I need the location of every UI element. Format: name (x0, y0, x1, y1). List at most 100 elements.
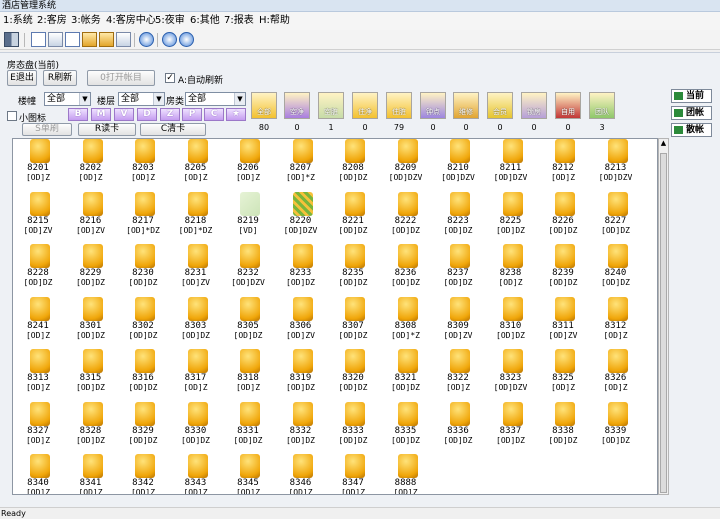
room-tile[interactable]: 8888 [OD]Z (383, 452, 429, 494)
room-tile[interactable]: 8307 [OD]DZ (330, 295, 376, 347)
room-tile[interactable]: 8217 [OD]*DZ (120, 190, 166, 242)
room-tile[interactable]: 8308 [OD]*Z (383, 295, 429, 347)
room-tile[interactable]: 8216 [OD]ZV (68, 190, 114, 242)
room-tile[interactable]: 8227 [OD]DZ (593, 190, 639, 242)
guest-icon[interactable] (116, 32, 131, 47)
room-tile[interactable]: 8306 [OD]ZV (278, 295, 324, 347)
room-tile[interactable]: 8226 [OD]DZ (540, 190, 586, 242)
status-filter-button[interactable]: 团队 (589, 92, 615, 119)
menu-help[interactable]: H:帮助 (259, 14, 290, 28)
filter-star-button[interactable]: ★ (226, 108, 246, 121)
room-tile[interactable]: 8338 [OD]DZ (540, 400, 586, 452)
room-tile[interactable]: 8313 [OD]Z (15, 347, 61, 399)
small-icon-checkbox[interactable] (7, 111, 17, 121)
room-tile[interactable]: 8241 [OD]Z (15, 295, 61, 347)
room-tile[interactable]: 8321 [OD]DZ (383, 347, 429, 399)
exit-button[interactable]: E退出 (7, 70, 37, 86)
room-tile[interactable]: 8236 [OD]DZ (383, 242, 429, 294)
status-filter-button[interactable]: 会员 (487, 92, 513, 119)
room-tile[interactable]: 8346 [OD]Z (278, 452, 324, 494)
room-tile[interactable]: 8233 [OD]DZ (278, 242, 324, 294)
room-tile[interactable]: 8303 [OD]DZ (173, 295, 219, 347)
room-tile[interactable]: 8223 [OD]DZ (435, 190, 481, 242)
room-tile[interactable]: 8240 [OD]DZ (593, 242, 639, 294)
room-tile[interactable]: 8315 [OD]DZ (68, 347, 114, 399)
search-icon[interactable] (162, 32, 177, 47)
room-tile[interactable]: 8339 [OD]DZ (593, 400, 639, 452)
exit-icon[interactable] (4, 32, 19, 47)
edit-icon[interactable] (31, 32, 46, 47)
status-filter-button[interactable]: 锁房 (521, 92, 547, 119)
status-filter-button[interactable]: 住净 (352, 92, 378, 119)
room-tile[interactable]: 8235 [OD]DZ (330, 242, 376, 294)
room-tile[interactable]: 8347 [OD]Z (330, 452, 376, 494)
room-tile[interactable]: 8333 [OD]DZ (330, 400, 376, 452)
room-tile[interactable]: 8305 [OD]DZ (225, 295, 271, 347)
current-button[interactable]: 当前 (671, 89, 712, 103)
menu-system[interactable]: 1:系统 (3, 14, 33, 28)
room-tile[interactable]: 8330 [OD]DZ (173, 400, 219, 452)
room-tile[interactable]: 8211 [OD]DZV (488, 139, 534, 189)
refresh-button[interactable]: R刷新 (43, 70, 77, 86)
room-tile[interactable]: 8325 [OD]Z (540, 347, 586, 399)
room-tile[interactable]: 8207 [OD]*Z (278, 139, 324, 189)
room-tile[interactable]: 8232 [OD]DZV (225, 242, 271, 294)
refresh-icon[interactable] (139, 32, 154, 47)
status-filter-button[interactable]: 住脏 (386, 92, 412, 119)
status-filter-button[interactable]: 自用 (555, 92, 581, 119)
room-tile[interactable]: 8229 [OD]DZ (68, 242, 114, 294)
book-icon[interactable] (99, 32, 114, 47)
status-filter-button[interactable]: 全部 (251, 92, 277, 119)
room-tile[interactable]: 8310 [OD]DZ (488, 295, 534, 347)
help-icon[interactable] (179, 32, 194, 47)
room-tile[interactable]: 8326 [OD]Z (593, 347, 639, 399)
room-tile[interactable]: 8225 [OD]DZ (488, 190, 534, 242)
filter-v-button[interactable]: V (114, 108, 134, 121)
room-tile[interactable]: 8212 [OD]Z (540, 139, 586, 189)
room-tile[interactable]: 8343 [OD]Z (173, 452, 219, 494)
room-tile[interactable]: 8215 [OD]ZV (15, 190, 61, 242)
room-tile[interactable]: 8208 [OD]DZ (330, 139, 376, 189)
menu-room-center[interactable]: 4:客房中心 (106, 14, 156, 28)
walkin-account-button[interactable]: 散帐 (671, 123, 712, 137)
filter-b-button[interactable]: B (68, 108, 88, 121)
room-tile[interactable]: 8312 [OD]Z (593, 295, 639, 347)
room-tile[interactable]: 8206 [OD]Z (225, 139, 271, 189)
room-tile[interactable]: 8218 [OD]*DZ (173, 190, 219, 242)
room-tile[interactable]: 8202 [OD]Z (68, 139, 114, 189)
room-tile[interactable]: 8329 [OD]DZ (120, 400, 166, 452)
building-select[interactable]: 全部 ▼ (44, 92, 91, 106)
read-card-button[interactable]: R读卡 (78, 123, 136, 136)
room-tile[interactable]: 8335 [OD]DZ (383, 400, 429, 452)
status-filter-button[interactable]: 钟点 (420, 92, 446, 119)
room-tile[interactable]: 8331 [OD]DZ (225, 400, 271, 452)
room-tile[interactable]: 8209 [OD]DZV (383, 139, 429, 189)
menu-reports[interactable]: 7:报表 (224, 14, 254, 28)
book-icon[interactable] (82, 32, 97, 47)
menu-night-audit[interactable]: 5:夜审 (155, 14, 185, 28)
room-tile[interactable]: 8327 [OD]Z (15, 400, 61, 452)
room-tile[interactable]: 8345 [OD]Z (225, 452, 271, 494)
room-tile[interactable]: 8230 [OD]DZ (120, 242, 166, 294)
room-tile[interactable]: 8311 [OD]ZV (540, 295, 586, 347)
status-filter-button[interactable]: 空脏 (318, 92, 344, 119)
room-tile[interactable]: 8201 [OD]Z (15, 139, 61, 189)
room-tile[interactable]: 8319 [OD]DZ (278, 347, 324, 399)
filter-m-button[interactable]: M (91, 108, 111, 121)
filter-c-button[interactable]: C (204, 108, 224, 121)
filter-z-button[interactable]: Z (160, 108, 180, 121)
room-tile[interactable]: 8342 [OD]Z (120, 452, 166, 494)
room-tile[interactable]: 8203 [OD]Z (120, 139, 166, 189)
room-tile[interactable]: 8337 [OD]DZ (488, 400, 534, 452)
room-tile[interactable]: 8320 [OD]DZ (330, 347, 376, 399)
room-tile[interactable]: 8318 [OD]Z (225, 347, 271, 399)
room-tile[interactable]: 8340 [OD]Z (15, 452, 61, 494)
room-tile[interactable]: 8322 [OD]Z (435, 347, 481, 399)
room-tile[interactable]: 8205 [OD]Z (173, 139, 219, 189)
room-tile[interactable]: 8301 [OD]DZ (68, 295, 114, 347)
room-tile[interactable]: 8237 [OD]DZ (435, 242, 481, 294)
room-tile[interactable]: 8221 [OD]DZ (330, 190, 376, 242)
card-icon[interactable] (65, 32, 80, 47)
status-filter-button[interactable]: 维修 (453, 92, 479, 119)
room-tile[interactable]: 8213 [OD]DZV (593, 139, 639, 189)
